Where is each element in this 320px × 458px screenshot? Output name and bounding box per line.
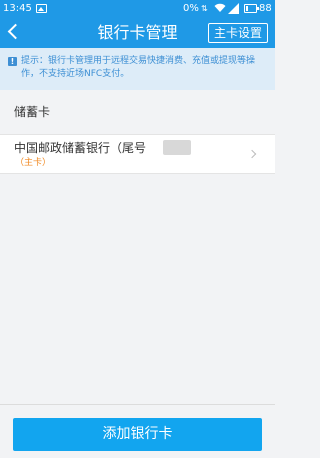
- main-card-settings-button[interactable]: 主卡设置: [208, 23, 268, 43]
- status-time: 13:45: [3, 3, 32, 14]
- status-battery-level: 88: [259, 3, 272, 14]
- section-title-savings: 储蓄卡: [14, 105, 51, 119]
- add-bank-card-button[interactable]: 添加银行卡: [13, 418, 262, 451]
- status-percent: 0%: [183, 3, 199, 14]
- wifi-icon: [214, 3, 226, 12]
- exclamation-icon: !: [8, 57, 17, 66]
- signal-icon: [228, 3, 239, 14]
- screen: 13:45 0% ⇅ 88 银行卡管理 主卡设置 ! 提示：银行卡管理用于远程交…: [0, 0, 275, 458]
- title-bar: 银行卡管理 主卡设置: [0, 17, 275, 48]
- status-bar: 13:45 0% ⇅ 88: [0, 0, 275, 17]
- main-card-tag: （主卡）: [15, 158, 52, 168]
- data-arrows-icon: ⇅: [201, 4, 208, 13]
- tip-text: 提示：银行卡管理用于远程交易快捷消费、充值或提现等操作，不支持近场NFC支付。: [21, 56, 256, 79]
- bank-card-name: 中国邮政储蓄银行（尾号: [14, 141, 147, 155]
- footer-bar: 添加银行卡: [0, 404, 275, 458]
- bank-card-row[interactable]: 中国邮政储蓄银行（尾号 （主卡）: [0, 134, 275, 174]
- battery-icon: [244, 4, 259, 13]
- card-number-mask: [163, 140, 191, 155]
- chevron-right-icon: [247, 149, 257, 159]
- tip-banner: ! 提示：银行卡管理用于远程交易快捷消费、充值或提现等操作，不支持近场NFC支付…: [0, 48, 275, 90]
- photo-icon: [36, 4, 47, 13]
